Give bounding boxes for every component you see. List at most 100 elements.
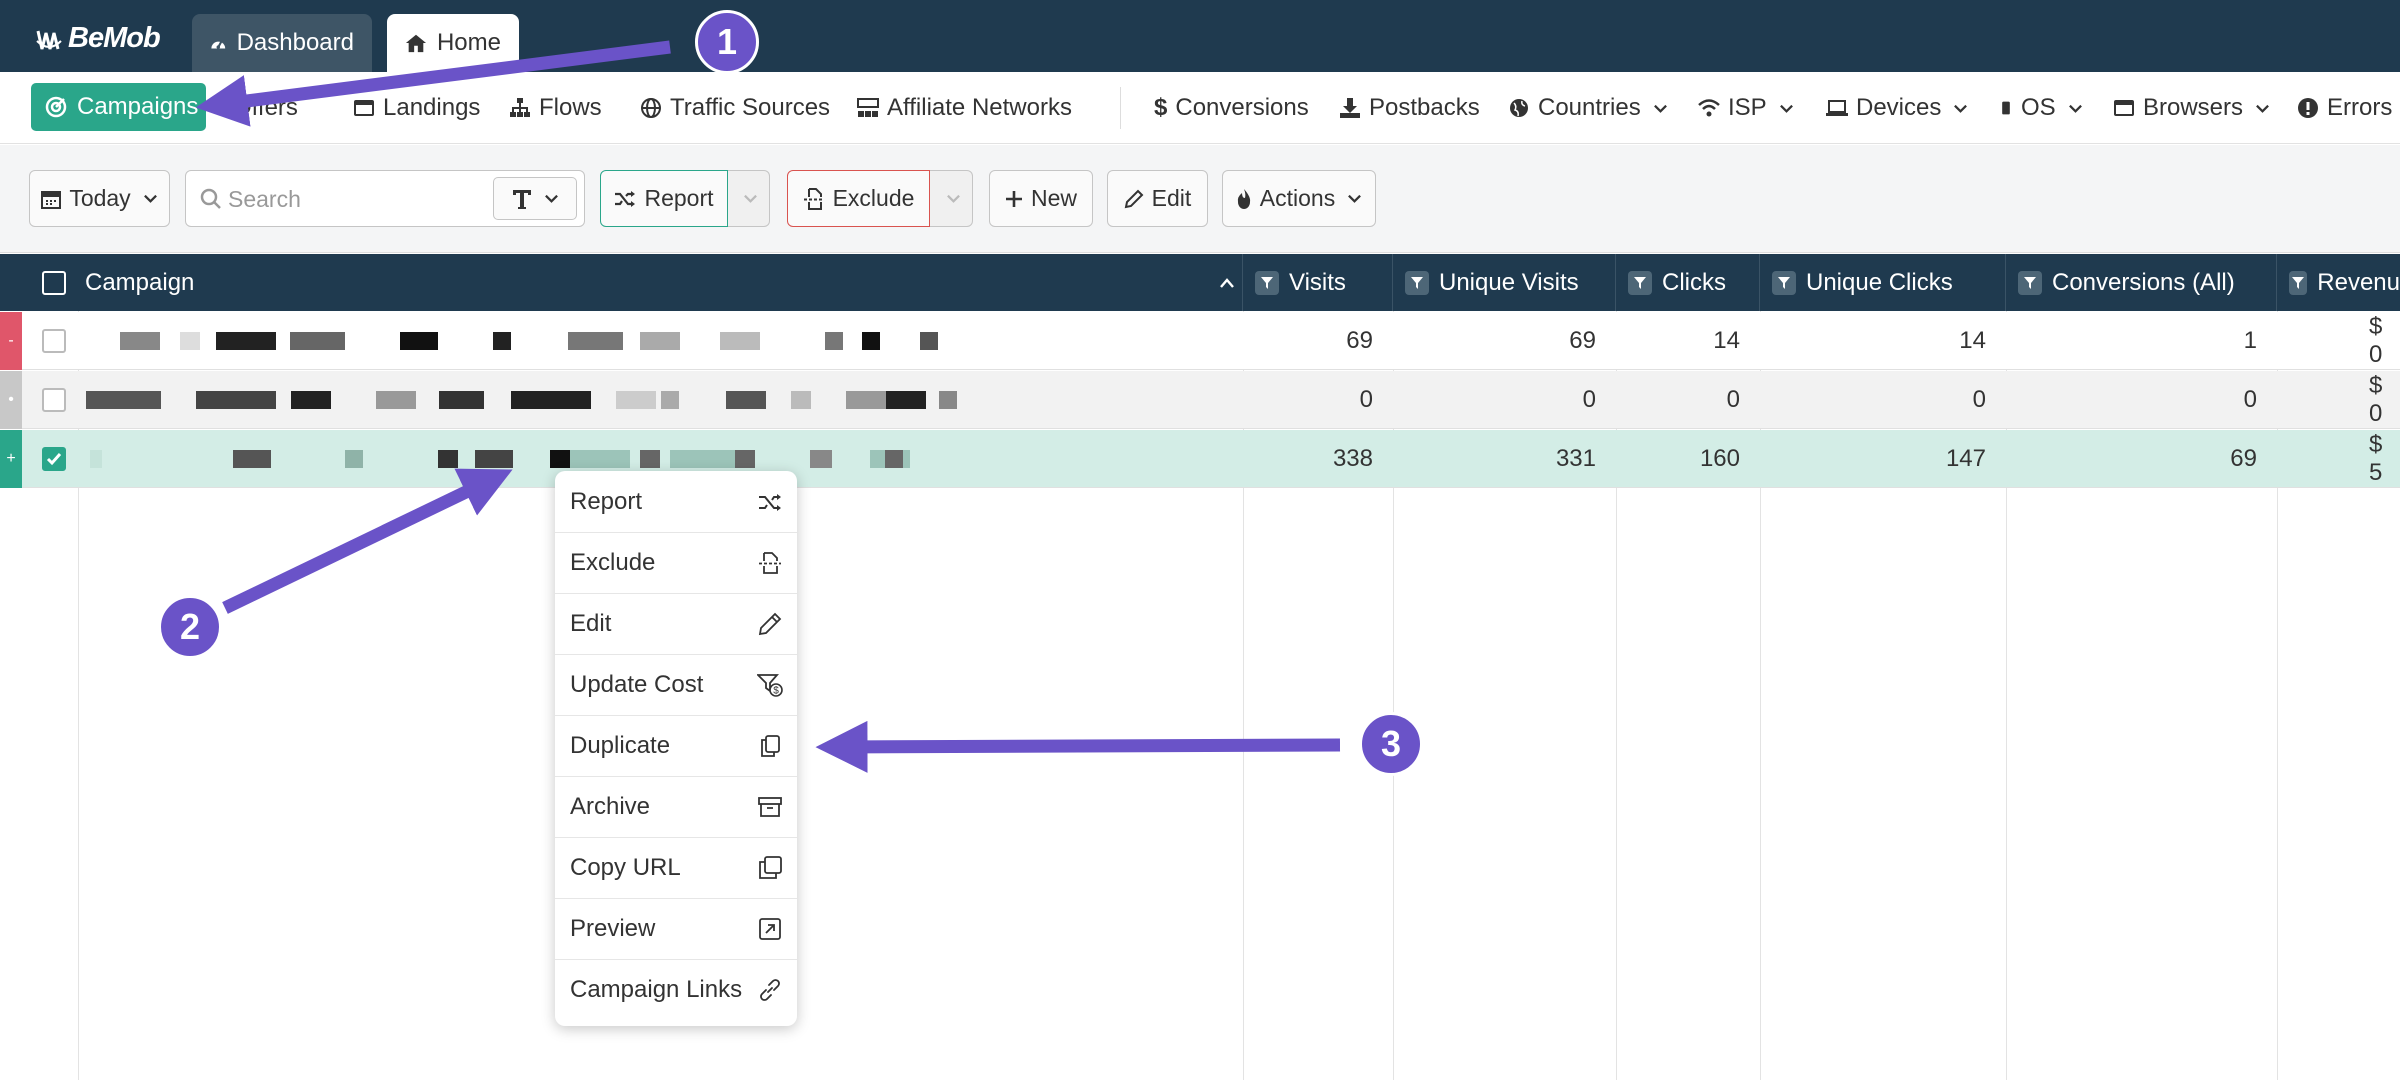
- nav-item-affiliate-networks[interactable]: Affiliate Networks: [857, 72, 1072, 144]
- menu-item-preview[interactable]: Preview: [555, 898, 797, 959]
- nav-item-conversions[interactable]: $ Conversions: [1154, 72, 1309, 144]
- column-header-unique-clicks[interactable]: Unique Clicks: [1760, 254, 2006, 311]
- table-row[interactable]: - 69 69 14 14 1 $ 0: [0, 312, 2400, 370]
- filter-icon[interactable]: [1628, 270, 1652, 295]
- filter-icon[interactable]: [2018, 270, 2042, 295]
- menu-item-archive[interactable]: Archive: [555, 776, 797, 837]
- nav-item-postbacks-label: Postbacks: [1369, 94, 1480, 121]
- table-header: Campaign Visits Unique Visits Clicks Uni…: [0, 254, 2400, 311]
- sort-asc-icon[interactable]: [1219, 276, 1235, 290]
- row-checkbox[interactable]: [42, 329, 66, 353]
- new-label: New: [1030, 185, 1077, 211]
- exclude-icon: [803, 187, 824, 210]
- nav-item-devices[interactable]: Devices: [1826, 72, 1968, 144]
- menu-item-campaign-links[interactable]: Campaign Links: [555, 959, 797, 1020]
- tab-dashboard-label: Dashboard: [236, 29, 354, 56]
- chevron-down-icon: [946, 194, 960, 203]
- column-header-campaign[interactable]: Campaign: [0, 254, 1243, 311]
- tab-dashboard[interactable]: Dashboard: [192, 14, 372, 72]
- table-row[interactable]: • 0 0 0 0 0 $ 0: [0, 371, 2400, 429]
- nav-item-countries[interactable]: Countries: [1508, 72, 1668, 144]
- menu-item-edit-label: Edit: [570, 610, 612, 637]
- archive-icon: [758, 797, 782, 817]
- nav-item-isp-label: ISP: [1728, 94, 1767, 121]
- menu-item-update-cost[interactable]: Update Cost $: [555, 654, 797, 715]
- column-header-revenue[interactable]: Revenu: [2277, 254, 2400, 311]
- external-link-icon: [759, 918, 781, 940]
- clone-icon: [759, 856, 782, 879]
- menu-item-archive-label: Archive: [570, 793, 651, 820]
- nav-item-browsers[interactable]: Browsers: [2113, 72, 2270, 144]
- menu-item-report-label: Report: [570, 487, 643, 515]
- calendar-icon: [41, 190, 62, 209]
- cell-conversions: 1: [2243, 327, 2257, 354]
- chevron-down-icon: [2256, 104, 2269, 113]
- nav-item-errors[interactable]: Errors: [2297, 72, 2392, 144]
- search-type-select[interactable]: [493, 177, 577, 220]
- cell-unique-clicks: 0: [1972, 386, 1986, 413]
- exclude-button[interactable]: Exclude: [787, 170, 930, 227]
- row-checkbox[interactable]: [42, 388, 66, 412]
- svg-text:$: $: [773, 686, 779, 697]
- column-header-unique-visits-label: Unique Visits: [1439, 268, 1579, 296]
- menu-item-campaign-links-label: Campaign Links: [570, 976, 743, 1003]
- fire-icon: [1237, 188, 1250, 209]
- row-context-menu: Report Exclude Edit Update Cost $ Duplic…: [555, 471, 797, 1026]
- annotation-arrow-2: [222, 468, 513, 614]
- date-range-label: Today: [69, 185, 131, 211]
- column-header-unique-visits[interactable]: Unique Visits: [1393, 254, 1616, 311]
- row-checkbox-checked[interactable]: [42, 447, 66, 471]
- mobile-icon: [2002, 101, 2010, 115]
- menu-item-report[interactable]: Report: [555, 471, 797, 532]
- cell-conversions: 69: [2230, 445, 2257, 472]
- nav-item-isp[interactable]: ISP: [1698, 72, 1794, 144]
- pencil-icon: [1124, 189, 1144, 208]
- table-row-selected[interactable]: + 338 331 160 147 69 $ 5: [0, 430, 2400, 488]
- nav-item-campaigns-label: Campaigns: [77, 93, 199, 120]
- report-button[interactable]: Report: [600, 170, 728, 227]
- filter-icon[interactable]: [1405, 270, 1429, 295]
- filter-icon[interactable]: [1772, 270, 1796, 295]
- filter-icon[interactable]: [2289, 270, 2308, 295]
- menu-item-exclude[interactable]: Exclude: [555, 532, 797, 593]
- nav-item-traffic-sources[interactable]: Traffic Sources: [640, 72, 830, 144]
- column-header-clicks-label: Clicks: [1662, 268, 1726, 296]
- edit-button[interactable]: Edit: [1107, 170, 1208, 227]
- date-range-button[interactable]: Today: [29, 170, 170, 227]
- exclude-dropdown-button[interactable]: [930, 170, 973, 227]
- bemob-logo-icon: [36, 30, 62, 49]
- nav-item-countries-label: Countries: [1538, 94, 1641, 121]
- chevron-down-icon: [143, 194, 157, 203]
- bemob-logo[interactable]: BeMob: [36, 22, 161, 55]
- window-icon: [354, 100, 374, 116]
- report-dropdown-button[interactable]: [728, 170, 770, 227]
- tab-home[interactable]: Home: [387, 14, 519, 72]
- actions-button[interactable]: Actions: [1222, 170, 1376, 227]
- menu-item-edit[interactable]: Edit: [555, 593, 797, 654]
- filter-icon[interactable]: [1255, 270, 1279, 295]
- gauge-icon: [211, 39, 226, 49]
- menu-item-copy-url[interactable]: Copy URL: [555, 837, 797, 898]
- menu-item-exclude-label: Exclude: [570, 549, 656, 576]
- nav-item-errors-label: Errors: [2327, 94, 2393, 121]
- nav-item-os[interactable]: OS: [1999, 72, 2083, 144]
- nav-item-campaigns[interactable]: Campaigns: [31, 83, 206, 131]
- column-header-clicks[interactable]: Clicks: [1616, 254, 1760, 311]
- nav-item-offers[interactable]: Offers: [233, 72, 298, 144]
- nav-item-landings[interactable]: Landings: [353, 72, 480, 144]
- select-all-checkbox[interactable]: [42, 271, 66, 295]
- cell-revenue: $ 0: [2369, 372, 2383, 427]
- column-header-visits[interactable]: Visits: [1243, 254, 1393, 311]
- dollar-icon: $: [1154, 94, 1168, 121]
- nav-item-postbacks[interactable]: Postbacks: [1339, 72, 1480, 144]
- search-input[interactable]: [228, 181, 473, 217]
- nav-item-offers-label: Offers: [233, 94, 298, 121]
- step-badge-3: 3: [1359, 712, 1423, 776]
- cell-clicks: 160: [1699, 445, 1740, 472]
- toolbar: Today Report Exclude New Edit Actions: [0, 145, 2400, 253]
- new-button[interactable]: New: [989, 170, 1093, 227]
- row-status-marker: +: [0, 430, 22, 488]
- column-header-conversions[interactable]: Conversions (All): [2006, 254, 2277, 311]
- nav-item-flows[interactable]: Flows: [509, 72, 602, 144]
- menu-item-duplicate[interactable]: Duplicate: [555, 715, 797, 776]
